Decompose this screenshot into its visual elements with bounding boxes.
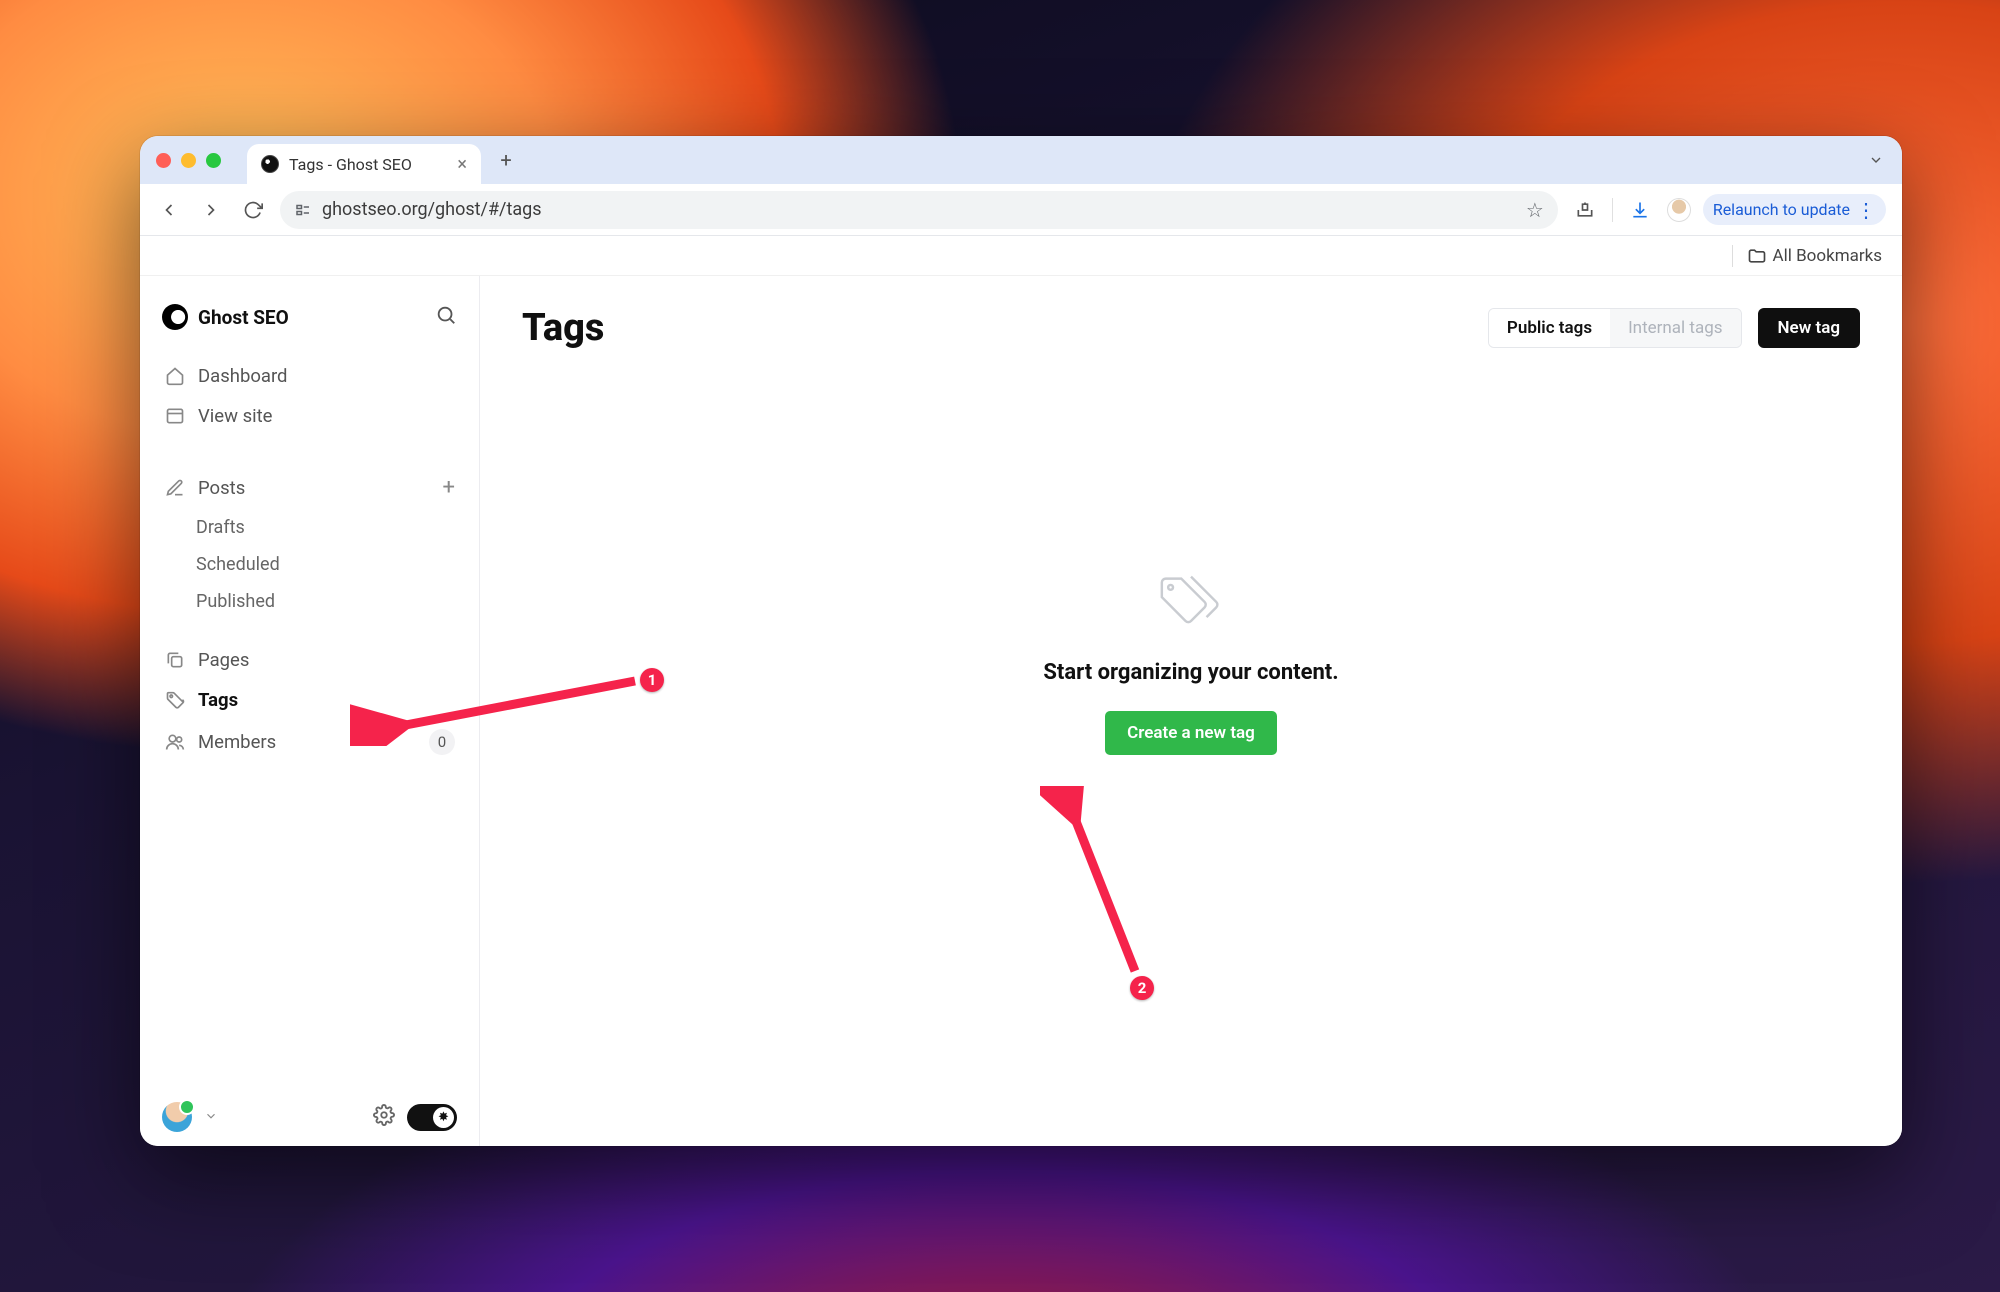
main-content: Tags Public tags Internal tags New tag [480, 276, 1902, 1146]
site-logo [162, 304, 188, 330]
tag-visibility-toggle: Public tags Internal tags [1488, 308, 1742, 348]
sidebar-item-dashboard[interactable]: Dashboard [150, 356, 469, 396]
annotation-arrow-2 [1040, 786, 1160, 986]
sidebar-item-scheduled[interactable]: Scheduled [150, 546, 469, 583]
site-name: Ghost SEO [198, 306, 435, 329]
bookmark-star-icon[interactable]: ☆ [1526, 198, 1544, 222]
tags-empty-icon [1156, 570, 1226, 634]
annotation-badge-1: 1 [640, 668, 664, 692]
profile-avatar-button[interactable] [1667, 198, 1691, 222]
sidebar-item-label: Posts [198, 477, 245, 499]
sidebar-item-tags[interactable]: Tags [150, 680, 469, 720]
nav-reload-button[interactable] [238, 195, 268, 225]
theme-toggle-thumb: ✸ [433, 1107, 454, 1128]
sidebar: Ghost SEO Dashboard View site [140, 276, 480, 1146]
sidebar-header: Ghost SEO [140, 304, 479, 356]
sidebar-item-label: Tags [198, 689, 238, 711]
sidebar-item-view-site[interactable]: View site [150, 396, 469, 436]
browser-window: Tags - Ghost SEO × + ghostseo.org/ghost/… [140, 136, 1902, 1146]
sidebar-item-label: View site [198, 405, 273, 427]
sidebar-item-members[interactable]: Members 0 [150, 720, 469, 764]
window-close-button[interactable] [156, 153, 171, 168]
nav-back-button[interactable] [154, 195, 184, 225]
page-title: Tags [522, 306, 604, 350]
browser-icon [164, 406, 186, 426]
sidebar-item-published[interactable]: Published [150, 583, 469, 620]
sidebar-item-pages[interactable]: Pages [150, 640, 469, 680]
relaunch-update-button[interactable]: Relaunch to update ⋮ [1703, 194, 1886, 225]
url-text: ghostseo.org/ghost/#/tags [322, 199, 542, 220]
all-bookmarks-button[interactable]: All Bookmarks [1747, 246, 1882, 266]
sidebar-footer: ✸ [140, 1102, 479, 1132]
toggle-public-tags[interactable]: Public tags [1489, 309, 1610, 347]
theme-toggle[interactable]: ✸ [407, 1104, 457, 1131]
separator [1612, 198, 1613, 222]
settings-gear-button[interactable] [373, 1104, 395, 1130]
new-tag-button[interactable]: New tag [1758, 308, 1860, 348]
sidebar-item-label: Pages [198, 649, 249, 671]
sidebar-item-posts[interactable]: Posts + [150, 466, 469, 509]
separator [1732, 245, 1733, 267]
nav-forward-button[interactable] [196, 195, 226, 225]
tabs-menu-button[interactable] [1864, 148, 1888, 172]
tab-close-button[interactable]: × [457, 154, 467, 175]
sidebar-item-drafts[interactable]: Drafts [150, 509, 469, 546]
members-icon [164, 732, 186, 752]
relaunch-label: Relaunch to update [1713, 200, 1850, 219]
gear-icon [373, 1104, 395, 1126]
new-post-button[interactable]: + [443, 475, 455, 500]
address-bar[interactable]: ghostseo.org/ghost/#/tags ☆ [280, 191, 1558, 229]
tab-strip: Tags - Ghost SEO × + [140, 136, 1902, 184]
new-tab-button[interactable]: + [491, 145, 521, 175]
empty-state-title: Start organizing your content. [1043, 660, 1338, 685]
folder-icon [1747, 246, 1767, 266]
search-button[interactable] [435, 304, 457, 330]
tag-icon [164, 690, 186, 710]
empty-state: Start organizing your content. Create a … [522, 570, 1860, 755]
window-maximize-button[interactable] [206, 153, 221, 168]
app-body: Ghost SEO Dashboard View site [140, 276, 1902, 1146]
user-menu-chevron[interactable] [204, 1108, 218, 1127]
browser-toolbar: ghostseo.org/ghost/#/tags ☆ Relaunch to … [140, 184, 1902, 236]
search-icon [435, 304, 457, 326]
members-count-badge: 0 [429, 729, 455, 755]
all-bookmarks-label: All Bookmarks [1773, 246, 1882, 266]
toggle-internal-tags[interactable]: Internal tags [1610, 309, 1740, 347]
browser-tab[interactable]: Tags - Ghost SEO × [247, 144, 481, 184]
sidebar-item-label: Members [198, 731, 276, 753]
bookmarks-bar: All Bookmarks [140, 236, 1902, 276]
window-controls [156, 153, 221, 168]
window-minimize-button[interactable] [181, 153, 196, 168]
downloads-button[interactable] [1625, 195, 1655, 225]
annotation-badge-2: 2 [1130, 976, 1154, 1000]
extensions-button[interactable] [1570, 195, 1600, 225]
tab-title: Tags - Ghost SEO [289, 155, 412, 174]
create-tag-button[interactable]: Create a new tag [1105, 711, 1277, 755]
user-avatar[interactable] [162, 1102, 192, 1132]
home-icon [164, 366, 186, 386]
tab-favicon [261, 155, 279, 173]
compose-icon [164, 478, 186, 498]
site-controls-icon[interactable] [294, 201, 312, 219]
copy-icon [164, 650, 186, 670]
main-header: Tags Public tags Internal tags New tag [522, 306, 1860, 350]
sidebar-item-label: Dashboard [198, 365, 287, 387]
